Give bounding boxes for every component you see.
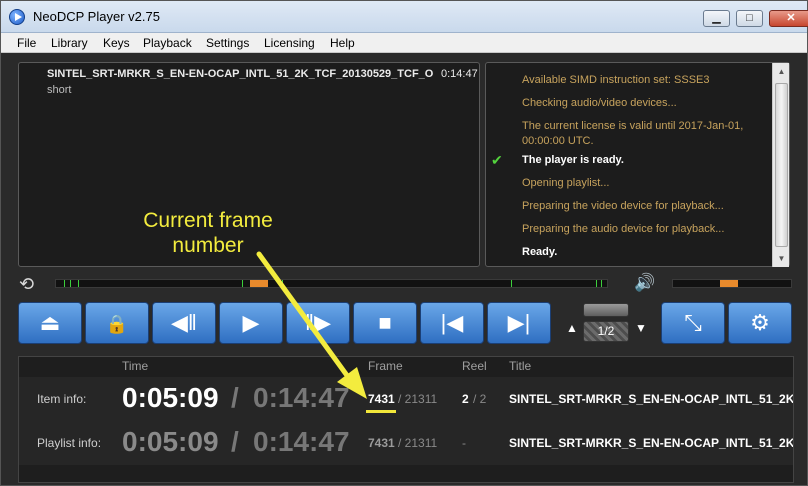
next-icon: ▶| [507, 310, 531, 335]
log-line: Ready. [522, 246, 558, 258]
item-time-total: 0:14:47 [253, 382, 350, 413]
close-button[interactable]: ✕ [769, 10, 808, 27]
menu-bar: File Library Keys Playback Settings Lice… [1, 33, 807, 53]
playlist-time-separator: / [231, 426, 239, 457]
header-reel: Reel [462, 359, 487, 373]
timeline-position-marker[interactable] [250, 280, 268, 287]
loop-icon[interactable]: ⟲ [19, 275, 45, 293]
stop-icon: ■ [378, 310, 392, 335]
timeline-tick [596, 280, 597, 287]
volume-slider[interactable] [672, 279, 792, 288]
menu-playback[interactable]: Playback [143, 36, 192, 50]
menu-keys[interactable]: Keys [103, 36, 130, 50]
fullscreen-button[interactable]: ⤡ [661, 302, 725, 344]
timeline-tick [78, 280, 79, 287]
scroll-up-icon[interactable]: ▲ [773, 63, 790, 80]
speed-selector[interactable]: 1/2 [583, 303, 629, 343]
playlist-frame-total: / 21311 [398, 436, 438, 450]
play-button[interactable]: ▶ [219, 302, 283, 344]
timeline-tick [282, 280, 283, 287]
playlist-reel: - [462, 436, 466, 450]
item-time-separator: / [231, 382, 239, 413]
lock-button[interactable]: 🔒 [85, 302, 149, 344]
next-button[interactable]: ▶| [487, 302, 551, 344]
step-forward-button[interactable]: ‖▶ [286, 302, 350, 344]
timeline-tick [511, 280, 512, 287]
menu-file[interactable]: File [17, 36, 36, 50]
scroll-down-icon[interactable]: ▼ [773, 250, 790, 267]
header-time: Time [122, 359, 149, 373]
speed-down-icon[interactable]: ▼ [635, 321, 647, 335]
log-line: The player is ready. [522, 154, 624, 166]
collapse-arrows-icon: ⤡ [684, 310, 702, 335]
item-info-label: Item info: [37, 392, 87, 406]
annotation-line-1: Current frame [143, 209, 273, 232]
playlist-item-name[interactable]: SINTEL_SRT-MRKR_S_EN-EN-OCAP_INTL_51_2K_… [47, 68, 439, 80]
item-title: SINTEL_SRT-MRKR_S_EN-EN-OCAP_INTL_51_2K_… [509, 392, 793, 406]
app-window: NeoDCP Player v2.75 ▁ □ ✕ File Library K… [0, 0, 808, 486]
log-line: Available SIMD instruction set: SSSE3 [522, 74, 710, 86]
play-icon: ▶ [242, 310, 260, 335]
timeline-tick [242, 280, 243, 287]
speed-indicator [583, 303, 629, 317]
item-frame-current: 7431 [368, 392, 395, 406]
menu-settings[interactable]: Settings [206, 36, 249, 50]
previous-icon: |◀ [440, 310, 464, 335]
step-back-icon: ◀‖ [170, 310, 197, 335]
lock-icon: 🔒 [105, 314, 129, 334]
header-frame: Frame [368, 359, 403, 373]
volume-marker[interactable] [720, 280, 738, 287]
scroll-thumb[interactable] [775, 83, 788, 247]
frame-highlight-underline [366, 410, 396, 413]
minimize-button[interactable]: ▁ [703, 10, 730, 27]
log-line: Preparing the audio device for playback.… [522, 223, 725, 235]
settings-button[interactable]: ⚙ [728, 302, 792, 344]
speed-value: 1/2 [583, 321, 629, 342]
log-scrollbar[interactable]: ▲ ▼ [772, 63, 789, 267]
log-line: Checking audio/video devices... [522, 97, 677, 109]
playlist-item-duration: 0:14:47 [441, 68, 478, 80]
timeline-tick [601, 280, 602, 287]
playlist-info-label: Playlist info: [37, 436, 102, 450]
title-bar: NeoDCP Player v2.75 ▁ □ ✕ [1, 1, 808, 33]
playlist-time-total: 0:14:47 [253, 426, 350, 457]
item-reel-total: / 2 [473, 392, 487, 406]
log-line: Opening playlist... [522, 177, 610, 189]
maximize-button[interactable]: □ [736, 10, 763, 27]
header-title: Title [509, 359, 532, 373]
item-reel-current: 2 [462, 392, 469, 406]
stop-button[interactable]: ■ [353, 302, 417, 344]
playlist-item-subtitle: short [47, 84, 72, 96]
eject-icon: ⏏ [39, 310, 61, 335]
timeline-tick [70, 280, 71, 287]
menu-licensing[interactable]: Licensing [264, 36, 315, 50]
playlist-title: SINTEL_SRT-MRKR_S_EN-EN-OCAP_INTL_51_2K_… [509, 436, 793, 450]
item-time-current: 0:05:09 [122, 382, 219, 413]
item-frame-total: / 21311 [398, 392, 438, 406]
step-forward-icon: ‖▶ [304, 310, 331, 335]
speaker-icon[interactable]: 🔊 [634, 273, 664, 293]
playlist-frame-current: 7431 [368, 436, 395, 450]
playlist-time-current: 0:05:09 [122, 426, 219, 457]
step-back-button[interactable]: ◀‖ [152, 302, 216, 344]
annotation-line-2: number [172, 234, 244, 257]
log-line: The current license is valid until 2017-… [522, 120, 744, 132]
app-logo-icon [9, 9, 25, 25]
log-line: 00:00:00 UTC. [522, 135, 594, 147]
window-title: NeoDCP Player v2.75 [33, 9, 160, 24]
speed-up-icon[interactable]: ▲ [566, 321, 578, 335]
menu-help[interactable]: Help [330, 36, 355, 50]
timeline-tick [64, 280, 65, 287]
menu-library[interactable]: Library [51, 36, 88, 50]
previous-button[interactable]: |◀ [420, 302, 484, 344]
annotation-label: Current frame number [129, 208, 287, 258]
timeline-slider[interactable] [55, 279, 608, 288]
gear-icon: ⚙ [750, 310, 770, 335]
log-line: Preparing the video device for playback.… [522, 200, 724, 212]
check-icon: ✔ [491, 152, 503, 168]
eject-button[interactable]: ⏏ [18, 302, 82, 344]
